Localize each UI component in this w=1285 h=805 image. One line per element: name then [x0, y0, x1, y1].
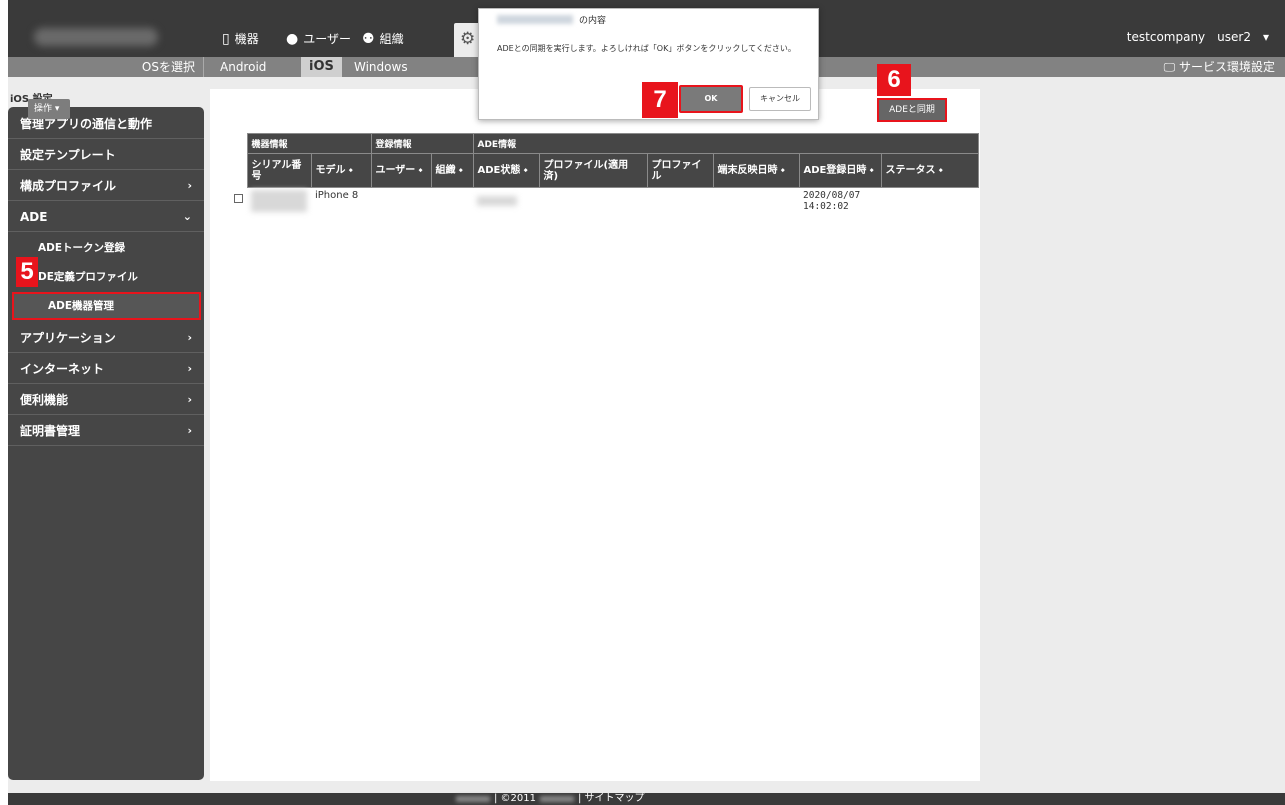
- chevron-right-icon: ›: [187, 393, 192, 406]
- sidebar-item-label: 管理アプリの通信と動作: [20, 117, 153, 131]
- ok-button[interactable]: OK: [679, 85, 743, 113]
- table-corner: [230, 153, 247, 188]
- org-icon: ⚉: [362, 30, 375, 47]
- service-env-link[interactable]: 🖵 サービス環境設定: [1164, 57, 1275, 77]
- ade-state-redacted: [477, 196, 517, 206]
- sidebar-item-label: 便利機能: [20, 393, 69, 407]
- tab-ios[interactable]: iOS: [301, 57, 342, 77]
- table-row[interactable]: iPhone 8 2020/08/07 14:02:02: [230, 188, 979, 218]
- col-model[interactable]: モデル ⬩: [310, 153, 372, 188]
- sidebar-item-templates[interactable]: 設定テンプレート: [8, 140, 204, 170]
- sidebar-item-label: 設定テンプレート: [20, 148, 116, 162]
- chevron-right-icon: ›: [187, 331, 192, 344]
- table-corner: [230, 133, 247, 154]
- row-checkbox[interactable]: [234, 193, 243, 203]
- sidebar-item-certs[interactable]: 証明書管理 ›: [8, 416, 204, 446]
- sidebar-item-label: 構成プロファイル: [20, 179, 117, 193]
- cell-reflected-at: [713, 188, 799, 218]
- sidebar-item-ade[interactable]: ADE ⌄: [8, 202, 204, 232]
- user-icon: ●: [286, 30, 299, 47]
- col-serial[interactable]: シリアル番号: [246, 153, 312, 188]
- sidebar-item-utilities[interactable]: 便利機能 ›: [8, 385, 204, 415]
- cell-model: iPhone 8: [315, 190, 359, 201]
- col-profile-applied[interactable]: プロファイル(適用済): [538, 153, 648, 188]
- footer: | ©2011 | サイトマップ: [8, 793, 1285, 805]
- group-registration-info: 登録情報: [370, 133, 474, 154]
- cancel-button[interactable]: キャンセル: [749, 87, 811, 111]
- cell-org: [431, 188, 473, 218]
- account-area[interactable]: testcompany user2 ▾: [1127, 30, 1269, 44]
- footer-copyright: | ©2011: [494, 793, 536, 804]
- ade-sync-button[interactable]: ADEと同期: [877, 98, 947, 122]
- nav-org[interactable]: ⚉ 組織: [362, 30, 404, 47]
- step-badge-5: 5: [16, 257, 38, 287]
- caret-down-icon[interactable]: ▾: [1263, 30, 1269, 44]
- sidebar-item-label: インターネット: [20, 362, 105, 376]
- gear-icon: ⚙: [460, 29, 476, 49]
- sidebar-item-label: 証明書管理: [20, 424, 81, 438]
- sidebar-subitem-ade-device[interactable]: ADE機器管理: [12, 292, 201, 320]
- cell-user: [371, 188, 431, 218]
- service-env-label: サービス環境設定: [1178, 60, 1275, 74]
- serial-redacted: [251, 190, 307, 212]
- footer-sitemap-link[interactable]: | サイトマップ: [578, 793, 645, 805]
- app-frame: ▯ 機器 ● ユーザー ⚉ 組織 ⚙ testcompany user2 ▾ O…: [8, 0, 1285, 805]
- footer-redacted: [540, 796, 574, 802]
- dialog-message: ADEとの同期を実行します。よろしければ「OK」ボタンをクリックしてください。: [497, 44, 796, 53]
- step-badge-6: 6: [877, 64, 911, 96]
- col-status[interactable]: ステータス ⬩: [880, 153, 979, 188]
- col-profile[interactable]: プロファイル: [646, 153, 714, 188]
- nav-device-label: 機器: [234, 32, 259, 46]
- cell-profile-applied: [539, 188, 647, 218]
- col-reflected-at[interactable]: 端末反映日時 ⬩: [712, 153, 800, 188]
- col-ade-state[interactable]: ADE状態 ⬩: [472, 153, 540, 188]
- sidebar-item-label: ADE: [20, 210, 48, 224]
- nav-user-label: ユーザー: [303, 32, 351, 46]
- device-table: 機器情報 登録情報 ADE情報 シリアル番号 モデル ⬩ ユーザー ⬩ 組織 ⬩…: [230, 133, 979, 217]
- dialog-title-suffix: の内容: [579, 16, 607, 26]
- sidebar-item-internet[interactable]: インターネット ›: [8, 354, 204, 384]
- sidebar: 管理アプリの通信と動作 設定テンプレート 構成プロファイル › ADE ⌄ AD…: [8, 107, 204, 780]
- brand-logo: [34, 28, 158, 46]
- chevron-right-icon: ›: [187, 424, 192, 437]
- cell-status: [881, 188, 979, 218]
- dialog-domain-redacted: [497, 15, 573, 24]
- cell-profile: [647, 188, 713, 218]
- chevron-down-icon: ⌄: [182, 210, 192, 223]
- step-badge-7: 7: [642, 82, 678, 118]
- group-ade-info: ADE情報: [472, 133, 979, 154]
- chevron-right-icon: ›: [187, 179, 192, 192]
- col-ade-registered[interactable]: ADE登録日時 ⬩: [798, 153, 882, 188]
- sidebar-item-config-profile[interactable]: 構成プロファイル ›: [8, 171, 204, 201]
- sidebar-item-apps[interactable]: アプリケーション ›: [8, 323, 204, 353]
- footer-redacted: [456, 796, 490, 802]
- nav-user[interactable]: ● ユーザー: [286, 30, 351, 47]
- cell-ade-registered: 2020/08/07 14:02:02: [803, 190, 861, 212]
- nav-org-label: 組織: [379, 32, 404, 46]
- col-user[interactable]: ユーザー ⬩: [370, 153, 432, 188]
- company-name: testcompany: [1126, 30, 1206, 44]
- nav-device[interactable]: ▯ 機器: [222, 30, 259, 47]
- dialog-title: の内容: [497, 13, 606, 26]
- chevron-right-icon: ›: [187, 362, 192, 375]
- device-icon: ▯: [222, 30, 230, 47]
- group-device-info: 機器情報: [246, 133, 372, 154]
- tab-android[interactable]: Android: [212, 57, 274, 77]
- user-name: user2: [1217, 30, 1251, 44]
- sidebar-item-label: アプリケーション: [20, 331, 116, 345]
- col-org[interactable]: 組織 ⬩: [430, 153, 474, 188]
- tab-windows[interactable]: Windows: [346, 57, 416, 77]
- monitor-icon: 🖵: [1163, 60, 1176, 74]
- os-select-label: OSを選択: [8, 57, 204, 77]
- operations-menu-button[interactable]: 操作 ▾: [28, 99, 70, 119]
